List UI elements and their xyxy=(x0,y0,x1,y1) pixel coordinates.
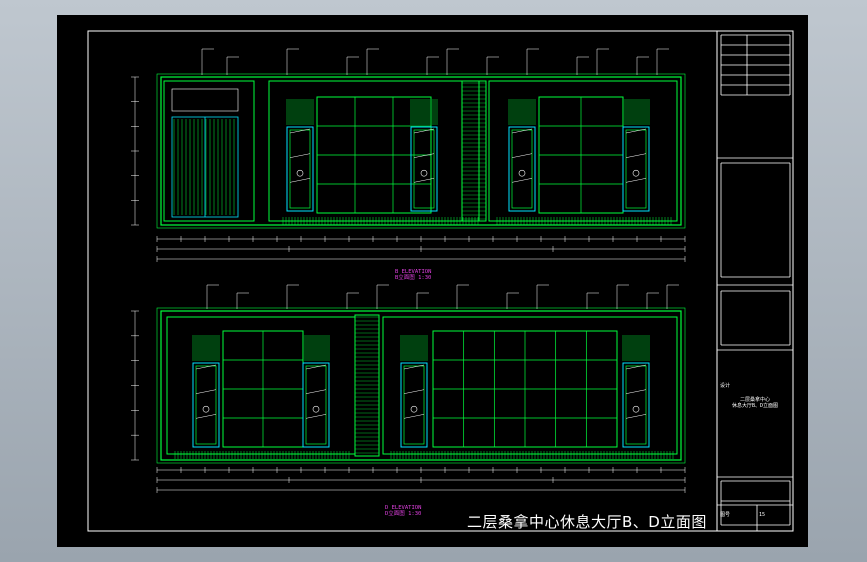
sheet-title: 二层桑拿中心休息大厅B、D立面图 xyxy=(467,513,707,531)
display-niche xyxy=(622,126,650,212)
shelf-line xyxy=(511,153,533,158)
shelf-line xyxy=(625,153,647,158)
niche-inner xyxy=(625,129,647,209)
shelf-line xyxy=(625,128,647,134)
display-niche xyxy=(622,362,650,448)
vase-icon xyxy=(632,405,640,413)
display-niche xyxy=(302,362,330,448)
niche-inner xyxy=(289,129,311,209)
niche-inner xyxy=(195,365,217,445)
elevation-b-tag: B ELEVATION B立面图 1:30 xyxy=(395,269,431,281)
display-niche xyxy=(286,126,314,212)
vase-icon xyxy=(410,405,418,413)
display-niche xyxy=(192,362,220,448)
shelf-line xyxy=(195,364,217,370)
shelf-line xyxy=(195,389,217,394)
title-block-drawing-name: 二层桑拿中心 休息大厅B、D立面图 xyxy=(731,397,779,409)
shelf-line xyxy=(305,389,327,394)
shelf-line xyxy=(289,128,311,134)
shelf-line xyxy=(625,414,647,419)
vase-icon xyxy=(420,169,428,177)
shelf-line xyxy=(403,364,425,370)
shelf-line xyxy=(625,364,647,370)
title-block-project: 设计 xyxy=(720,383,731,389)
shelf-line xyxy=(625,389,647,394)
title-block-sheet-no: 15 xyxy=(759,512,766,518)
niche-inner xyxy=(511,129,533,209)
elevation-drawing xyxy=(87,30,794,532)
vase-icon xyxy=(518,169,526,177)
shelf-line xyxy=(289,178,311,183)
display-niche xyxy=(508,126,536,212)
niche-inner xyxy=(305,365,327,445)
shelf-line xyxy=(625,178,647,183)
shelf-line xyxy=(195,414,217,419)
shelf-line xyxy=(305,414,327,419)
shelf-line xyxy=(403,414,425,419)
vase-icon xyxy=(312,405,320,413)
wall-outline xyxy=(160,310,682,461)
niche-inner xyxy=(625,365,647,445)
elevation-b xyxy=(131,48,686,262)
elevation-d-tag: D ELEVATION D立面图 1:30 xyxy=(385,505,421,517)
elevation-b-scale: B立面图 1:30 xyxy=(395,275,432,281)
elevation-d-scale: D立面图 1:30 xyxy=(385,511,422,517)
shelf-line xyxy=(511,128,533,134)
elevation-d xyxy=(131,284,686,493)
title-block-grid xyxy=(717,34,793,531)
cad-viewport[interactable]: B ELEVATION B立面图 1:30 D ELEVATION D立面图 1… xyxy=(57,15,808,547)
shelf-line xyxy=(403,389,425,394)
sheet-border xyxy=(87,30,794,532)
shelf-line xyxy=(289,153,311,158)
title-block-drawing-no: 图号 xyxy=(720,512,731,518)
pillar xyxy=(354,314,380,457)
vase-icon xyxy=(296,169,304,177)
niche-inner xyxy=(403,365,425,445)
vase-icon xyxy=(632,169,640,177)
door-transom xyxy=(171,88,239,112)
shelf-line xyxy=(511,178,533,183)
feature-frame xyxy=(268,80,480,222)
door-frame xyxy=(163,80,255,222)
vase-icon xyxy=(202,405,210,413)
shelf-line xyxy=(305,364,327,370)
display-niche xyxy=(410,126,438,212)
display-niche xyxy=(400,362,428,448)
